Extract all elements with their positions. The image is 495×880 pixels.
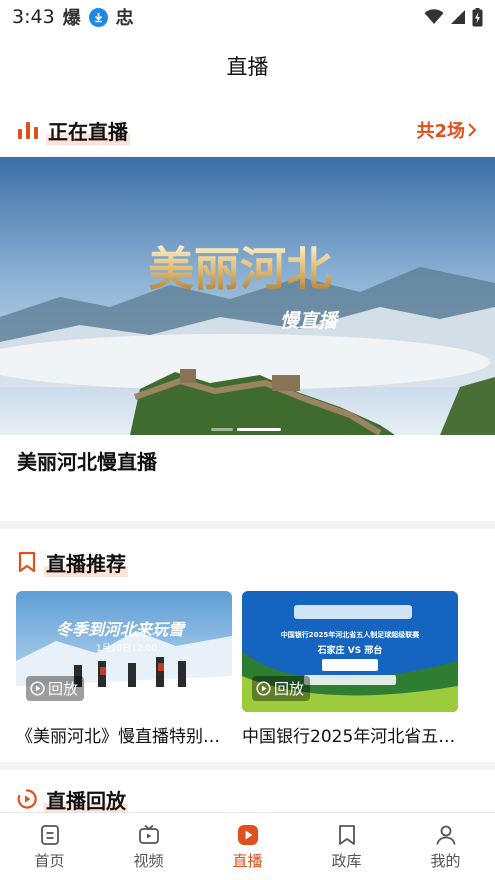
bottom-nav: 首页 视频 直播 政库 我的 (0, 812, 495, 880)
status-time: 3:43 (12, 6, 55, 28)
wifi-icon (424, 9, 444, 24)
section-title-replay: 直播回放 (44, 784, 128, 814)
card-thumb-text: 冬季到河北来玩雪 (56, 620, 186, 639)
nav-label: 首页 (34, 851, 65, 870)
live-count-label: 共2场 (416, 121, 465, 142)
recommend-card[interactable]: 中国银行2025年河北省五人制足球超级联赛 石家庄 VS 邢台 回放 中国银行2… (242, 591, 458, 747)
recommend-card[interactable]: 冬季到河北来玩雪 1月10日12:00 回放 《美丽河北》慢直播特别节目——冬季… (16, 591, 232, 747)
card-title[interactable]: 《美丽河北》慢直播特别节目——冬季到河北来玩雪 (16, 722, 232, 747)
nav-item-me[interactable]: 我的 (396, 813, 495, 880)
battery-icon (472, 7, 483, 26)
nav-item-live[interactable]: 直播 (198, 813, 297, 880)
page-header: 直播 (0, 34, 495, 98)
card-thumbnail: 冬季到河北来玩雪 1月10日12:00 回放 (16, 591, 232, 712)
card-thumb-date: 1月10日12:00 (96, 643, 157, 654)
card-thumbnail: 中国银行2025年河北省五人制足球超级联赛 石家庄 VS 邢台 回放 (242, 591, 458, 712)
nav-item-video[interactable]: 视频 (99, 813, 198, 880)
replay-badge: 回放 (252, 676, 311, 701)
user-icon (436, 825, 455, 845)
section-recommend-header: 直播推荐 (0, 534, 495, 590)
card-thumb-subtext: 石家庄 VS 邢台 (317, 644, 383, 656)
live-item-title[interactable]: 美丽河北慢直播 (17, 446, 157, 475)
nav-label: 我的 (430, 851, 461, 870)
play-circle-icon (30, 681, 45, 696)
chevron-right-icon (468, 123, 477, 137)
carousel-dot (211, 428, 233, 431)
bar-chart-icon (18, 122, 38, 139)
section-separator (0, 762, 495, 770)
app-notification-icon-2: 忠 (115, 8, 134, 29)
nav-label: 政库 (331, 851, 362, 870)
banner-art-title: 美丽河北 (148, 242, 332, 296)
section-live-now-header: 正在直播 共2场 (0, 102, 495, 158)
play-circle-icon (256, 681, 271, 696)
nav-item-library[interactable]: 政库 (297, 813, 396, 880)
status-bar: 3:43 爆 忠 (0, 0, 495, 34)
banner-image: 美丽河北 慢直播 (0, 157, 495, 435)
bookmark-icon (18, 551, 36, 573)
carousel-dot-active (237, 428, 281, 431)
section-title-recommend: 直播推荐 (44, 547, 128, 577)
replay-label: 回放 (48, 680, 79, 698)
replay-badge: 回放 (26, 676, 85, 701)
live-play-icon (237, 824, 258, 845)
nav-label: 视频 (133, 851, 164, 870)
section-title-live-now: 正在直播 (46, 115, 130, 145)
live-banner[interactable]: 美丽河北 慢直播 (0, 157, 495, 435)
home-icon (40, 824, 59, 845)
card-thumb-text: 中国银行2025年河北省五人制足球超级联赛 (281, 630, 420, 639)
live-count-link[interactable]: 共2场 (416, 117, 479, 143)
banner-art-subtitle: 慢直播 (280, 310, 340, 332)
tv-icon (138, 824, 159, 844)
section-separator (0, 521, 495, 529)
signal-icon (451, 10, 465, 24)
card-title[interactable]: 中国银行2025年河北省五人制足球超级联赛 (242, 722, 458, 747)
nav-label: 直播 (232, 851, 263, 870)
replay-circle-icon (17, 789, 37, 809)
carousel-indicator (211, 428, 281, 431)
app-notification-icon: 爆 (62, 8, 81, 29)
bookmark-icon (338, 824, 355, 845)
replay-label: 回放 (274, 680, 305, 698)
download-icon (88, 7, 108, 27)
nav-item-home[interactable]: 首页 (0, 813, 99, 880)
page-title: 直播 (226, 55, 269, 79)
